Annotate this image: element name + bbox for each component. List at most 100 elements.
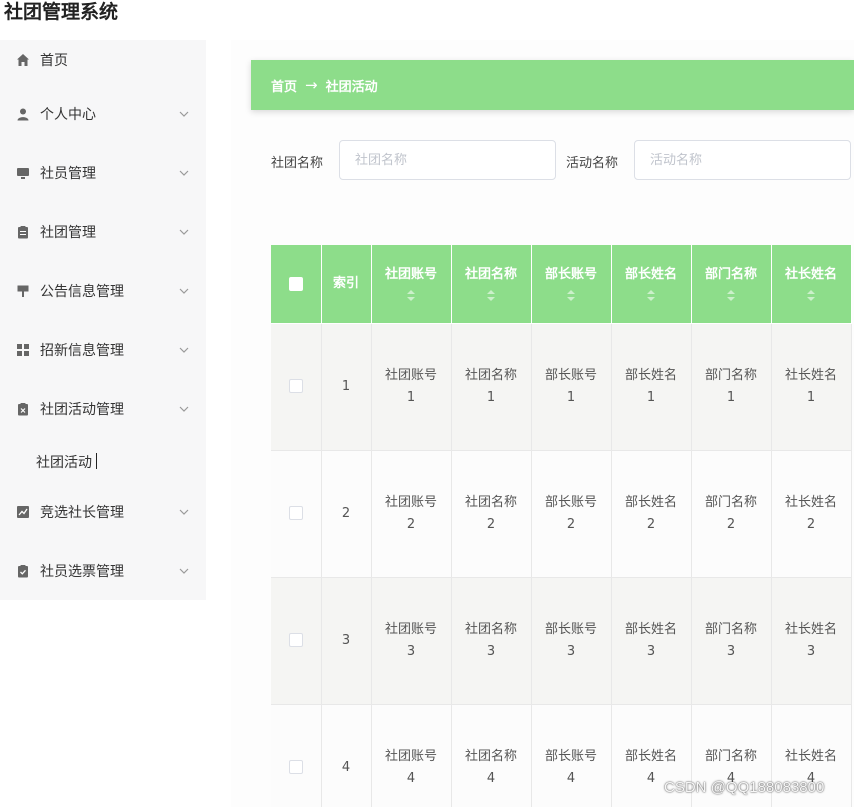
sidebar-subitem-club-activity[interactable]: 社团活动 xyxy=(0,443,206,477)
row-checkbox[interactable] xyxy=(288,633,303,647)
cell-text: 3 xyxy=(566,643,576,659)
header-label: 部长账号 xyxy=(544,266,597,282)
table-cell: 部长账号 3 xyxy=(531,577,612,705)
cell-text: 1 xyxy=(646,389,656,405)
cell-text: 部长姓名 xyxy=(624,367,677,383)
table-cell: 社团名称 3 xyxy=(451,577,532,705)
row-index: 3 xyxy=(321,577,372,705)
cell-text: 部长姓名 xyxy=(624,494,677,510)
cell-text: 部长账号 xyxy=(544,748,597,764)
select-all-checkbox[interactable] xyxy=(288,276,303,291)
table-cell: 社团账号 2 xyxy=(371,450,452,578)
header-minister-account[interactable]: 部长账号 xyxy=(531,245,612,324)
table-cell: 部门名称 1 xyxy=(691,323,772,451)
table-header-row: 索引 社团账号 社团名称 部长账号 部长姓名 部门名称 社长姓名 xyxy=(271,245,852,324)
table-cell: 社长姓名 3 xyxy=(771,577,852,705)
header-minister-name[interactable]: 部长姓名 xyxy=(611,245,692,324)
header-label: 社长姓名 xyxy=(784,266,837,282)
sidebar: 首页 个人中心 社员管理 社团管理 公告信息管理 招新信息管理 社团活动管理 社… xyxy=(0,40,206,600)
table-row[interactable]: 2 社团账号 2 社团名称 2 部长账号 2 部长姓名 2 部门名称 2 社长姓名 2 xyxy=(271,450,852,578)
cell-text: 1 xyxy=(486,389,496,405)
cell-text: 社长姓名 xyxy=(784,494,837,510)
row-select-cell xyxy=(271,323,322,451)
sidebar-item-label: 社团管理 xyxy=(40,225,96,241)
table-row[interactable]: 1 社团账号 1 社团名称 1 部长账号 1 部长姓名 1 部门名称 1 社长姓名 1 xyxy=(271,323,852,451)
row-index: 1 xyxy=(321,323,372,451)
header-club-account[interactable]: 社团账号 xyxy=(371,245,452,324)
cell-text: 社团账号 xyxy=(384,748,437,764)
table-cell: 部长账号 2 xyxy=(531,450,612,578)
sort-icon[interactable] xyxy=(647,289,655,302)
sidebar-item-personal-center[interactable]: 个人中心 xyxy=(0,94,206,134)
sidebar-item-member-management[interactable]: 社员管理 xyxy=(0,153,206,193)
sidebar-item-vote-management[interactable]: 社员选票管理 xyxy=(0,551,206,591)
chart-icon xyxy=(16,505,30,519)
table-cell: 社长姓名 2 xyxy=(771,450,852,578)
sidebar-item-announcement-management[interactable]: 公告信息管理 xyxy=(0,271,206,311)
cell-text: 2 xyxy=(486,516,496,532)
cell-text: 部长姓名 xyxy=(624,748,677,764)
header-label: 部门名称 xyxy=(704,266,757,282)
cell-text: 社团账号 xyxy=(384,367,437,383)
cell-text: 部长账号 xyxy=(544,494,597,510)
cell-text: 部长账号 xyxy=(544,367,597,383)
home-icon xyxy=(16,53,30,67)
cell-text: 4 xyxy=(486,770,496,786)
activity-name-label: 活动名称 xyxy=(566,156,619,171)
sort-icon[interactable] xyxy=(407,289,415,302)
header-club-name[interactable]: 社团名称 xyxy=(451,245,532,324)
user-icon xyxy=(16,107,30,121)
table-cell: 部长账号 4 xyxy=(531,704,612,807)
chevron-down-icon xyxy=(179,406,189,412)
cell-text: 社团名称 xyxy=(464,367,517,383)
sort-icon[interactable] xyxy=(487,289,495,302)
sort-icon[interactable] xyxy=(807,289,815,302)
table-cell: 社团名称 4 xyxy=(451,704,532,807)
sort-icon[interactable] xyxy=(727,289,735,302)
header-president-name[interactable]: 社长姓名 xyxy=(771,245,852,324)
cell-text: 2 xyxy=(406,516,416,532)
table-row[interactable]: 3 社团账号 3 社团名称 3 部长账号 3 部长姓名 3 部门名称 3 社长姓名 3 xyxy=(271,577,852,705)
sidebar-item-label: 首页 xyxy=(40,53,68,69)
header-department-name[interactable]: 部门名称 xyxy=(691,245,772,324)
row-checkbox[interactable] xyxy=(288,760,303,774)
table-cell: 社长姓名 1 xyxy=(771,323,852,451)
club-name-input[interactable] xyxy=(339,140,556,180)
notice-board-icon xyxy=(16,284,30,298)
table-cell: 社团账号 3 xyxy=(371,577,452,705)
cell-text: 部门名称 xyxy=(704,621,757,637)
sidebar-item-recruitment-management[interactable]: 招新信息管理 xyxy=(0,330,206,370)
cell-text: 部门名称 xyxy=(704,748,757,764)
row-index: 4 xyxy=(321,704,372,807)
cell-text: 社长姓名 xyxy=(784,621,837,637)
cell-text: 1 xyxy=(406,389,416,405)
sort-icon[interactable] xyxy=(567,289,575,302)
breadcrumb-home-link[interactable]: 首页 xyxy=(271,76,297,95)
breadcrumb-arrow-icon: → xyxy=(305,76,318,94)
table-cell: 社团名称 1 xyxy=(451,323,532,451)
sidebar-item-activity-management[interactable]: 社团活动管理 xyxy=(0,389,206,429)
club-name-label: 社团名称 xyxy=(271,156,324,171)
cell-text: 部长姓名 xyxy=(624,621,677,637)
sidebar-item-home[interactable]: 首页 xyxy=(0,40,206,80)
sidebar-item-president-election-management[interactable]: 竞选社长管理 xyxy=(0,492,206,532)
table-cell: 部门名称 2 xyxy=(691,450,772,578)
breadcrumb-current: 社团活动 xyxy=(325,79,378,95)
sidebar-item-label: 社员选票管理 xyxy=(40,564,124,580)
cell-text: 社团名称 xyxy=(464,621,517,637)
header-label: 索引 xyxy=(332,275,359,291)
table-cell: 社团账号 4 xyxy=(371,704,452,807)
chevron-down-icon xyxy=(179,229,189,235)
sidebar-item-club-management[interactable]: 社团管理 xyxy=(0,212,206,252)
row-select-cell xyxy=(271,704,322,807)
table-cell: 社团名称 2 xyxy=(451,450,532,578)
cell-text: 1 xyxy=(726,389,736,405)
cell-text: 4 xyxy=(566,770,576,786)
row-checkbox[interactable] xyxy=(288,379,303,393)
breadcrumb: 首页 → 社团活动 xyxy=(251,60,854,110)
cell-text: 3 xyxy=(406,643,416,659)
row-checkbox[interactable] xyxy=(288,506,303,520)
sidebar-item-label: 竞选社长管理 xyxy=(40,505,124,521)
watermark: CSDN @QQ188083800 xyxy=(664,779,825,796)
activity-name-input[interactable] xyxy=(634,140,851,180)
